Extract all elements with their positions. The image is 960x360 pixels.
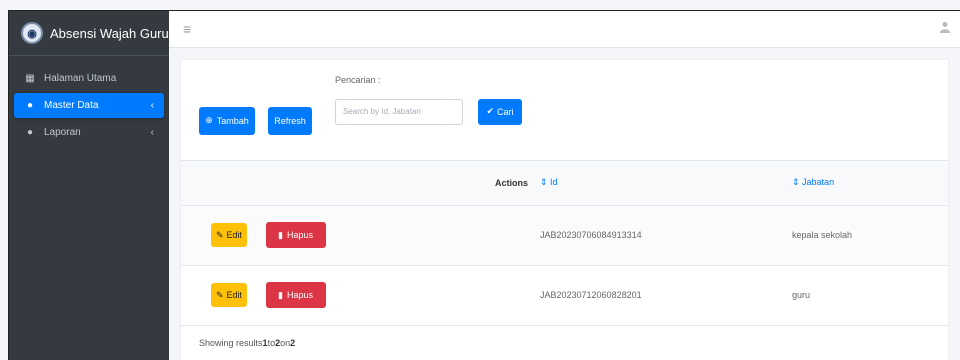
summary-to-word: to [267,338,276,348]
edit-button-label: Edit [226,230,243,240]
data-card: ⊕ Tambah Refresh Pencarian : ✔ Cari [181,59,948,360]
jabatan-cell: guru [792,290,811,301]
chevron-left-icon: ‹ [150,127,154,138]
table-row: ✎ Edit ▮ Hapus JAB20230712060828201 guru [181,265,948,325]
edit-icon: ✎ [215,229,224,240]
refresh-button[interactable]: Refresh [268,106,312,135]
topbar: ≡ [169,11,960,48]
edit-button[interactable]: ✎ Edit [211,283,247,308]
delete-button-label: Hapus [286,230,313,240]
sidebar-item-master-data[interactable]: ● Master Data ‹ [14,93,164,118]
edit-icon: ✎ [215,289,224,300]
summary-prefix: Showing results [199,338,263,348]
content: ⊕ Tambah Refresh Pencarian : ✔ Cari [169,48,960,360]
data-table: Actions ⇕ Id ⇕ Jabatan ✎ Edit ▮ Hapus JA… [181,160,948,326]
app-window: ◉ Absensi Wajah Guru ▦ Halaman Utama ● M… [8,10,960,360]
summary-total: 2 [290,338,296,348]
sidebar-item-laporan[interactable]: ● Laporan ‹ [14,120,164,145]
search-group: Pencarian : ✔ Cari [335,72,522,125]
actions-cell: ✎ Edit ▮ Hapus [181,265,540,325]
id-cell: JAB20230706084913314 [540,230,642,240]
brand-logo-icon: ◉ [21,22,43,44]
menu-toggle-icon[interactable]: ≡ [183,21,191,37]
sidebar-item-label: Master Data [44,100,99,111]
delete-button-label: Hapus [286,290,313,301]
add-button[interactable]: ⊕ Tambah [199,106,255,135]
sidebar-item-label: Halaman Utama [44,73,117,84]
sidebar-nav: ▦ Halaman Utama ● Master Data ‹ ● Lapora… [9,56,169,145]
pagination-summary: Showing results 1 to 2 on 2 [181,325,948,360]
sidebar: ◉ Absensi Wajah Guru ▦ Halaman Utama ● M… [9,11,169,360]
database-icon: ● [26,100,34,111]
edit-button[interactable]: ✎ Edit [211,223,247,247]
search-input[interactable] [335,98,463,125]
table-row: ✎ Edit ▮ Hapus JAB20230706084913314 kepa… [181,205,948,265]
sidebar-item-halaman-utama[interactable]: ▦ Halaman Utama [14,66,164,91]
database-icon: ● [26,127,34,138]
toolbar: ⊕ Tambah Refresh Pencarian : ✔ Cari [181,60,948,160]
main-area: ≡ ⊕ Tambah Refresh Pencarian : Search by… [169,11,960,360]
search-button[interactable]: ✔ Cari [478,98,522,125]
table-header-row: Actions ⇕ Id ⇕ Jabatan [181,160,948,205]
trash-icon: ▮ [278,229,283,240]
brand[interactable]: ◉ Absensi Wajah Guru [9,11,169,56]
home-icon: ▦ [25,73,35,84]
column-header-jabatan[interactable]: ⇕ Jabatan [792,160,948,205]
brand-title: Absensi Wajah Guru [50,25,169,41]
user-icon[interactable] [940,21,950,36]
id-cell: JAB20230712060828201 [540,290,642,301]
actions-cell: ✎ Edit ▮ Hapus [181,205,540,265]
plus-circle-icon: ⊕ [205,115,213,125]
chevron-left-icon: ‹ [150,100,154,111]
column-header-id[interactable]: ⇕ Id [540,160,792,205]
check-icon: ✔ [486,106,495,116]
column-header-actions: Actions [494,177,528,188]
delete-button[interactable]: ▮ Hapus [265,282,326,309]
summary-on-word: on [280,338,291,348]
search-button-label: Cari [497,106,514,117]
search-row: ✔ Cari [335,98,522,125]
delete-button[interactable]: ▮ Hapus [265,222,326,248]
add-button-label: Tambah [216,115,249,126]
jabatan-cell: kepala sekolah [792,230,853,240]
trash-icon: ▮ [278,289,283,300]
sidebar-item-label: Laporan [44,127,81,138]
edit-button-label: Edit [226,290,243,301]
search-label: Pencarian : [335,74,381,85]
